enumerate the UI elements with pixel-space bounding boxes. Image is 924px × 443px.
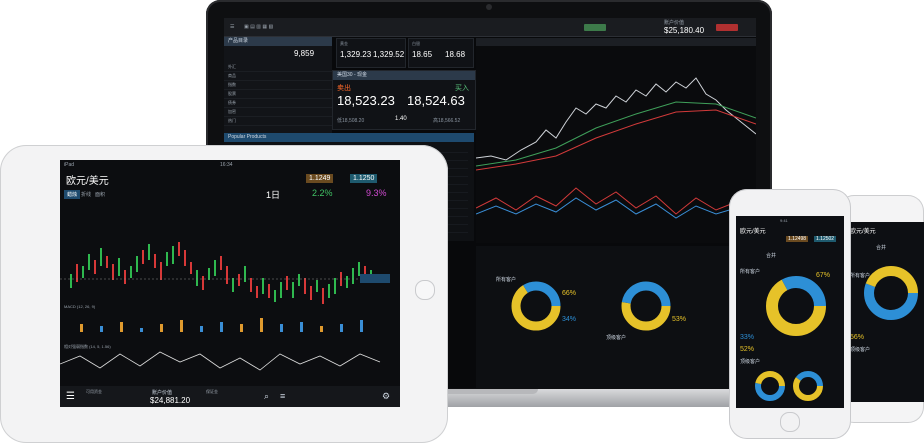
panel-title: 产品目录 (228, 38, 249, 44)
gear-icon[interactable]: ⚙ (382, 391, 390, 402)
buy-price-button[interactable]: 1.1250 (350, 174, 378, 183)
menu-icon[interactable]: ☰ (66, 391, 75, 402)
sell-price-button[interactable]: 1.1249 (306, 174, 334, 183)
price-line (475, 77, 756, 161)
status-time: 9:41 (780, 218, 788, 223)
quote-tile-gold[interactable]: 黄金 1,329.23 1,329.52 (336, 38, 406, 68)
sidebar-item[interactable]: 债券 (224, 99, 332, 108)
status-pill (584, 24, 606, 31)
sell-label[interactable]: 卖出 (337, 83, 351, 93)
account-value-label: 账户价值 (152, 390, 173, 396)
sidebar-item[interactable]: 指数 (224, 81, 332, 90)
account-value-label: 账户价值 (664, 20, 685, 26)
quote-sell[interactable]: 18.65 (412, 50, 432, 59)
pair-title: 欧元/美元 (66, 176, 109, 187)
period-label[interactable]: 1日 (266, 188, 280, 201)
alert-pill[interactable] (716, 24, 738, 31)
sidebar-item[interactable]: 外汇 (224, 63, 332, 72)
sentiment-pct: 33% (740, 334, 755, 341)
chart-header-bar (476, 38, 756, 46)
label-top-clients: 顶级客户 (850, 347, 871, 353)
pair-title: 欧元/美元 (740, 229, 766, 235)
change-negative: 9.3% (366, 188, 387, 198)
sell-price-button[interactable]: 1.12498 (786, 236, 809, 242)
quote-title: 黄金 (340, 41, 348, 46)
available-funds-label: 可用资金 (86, 389, 102, 394)
price-chart (475, 38, 756, 219)
sidebar-item[interactable]: 股票 (224, 90, 332, 99)
platform-toolbar[interactable]: ☰ ▣ ▤ ▥ ▦ ▧ 账户价值 $25,180.40 (224, 18, 756, 37)
list-icon[interactable]: ≡ (280, 391, 285, 401)
status-bar-left: iPad (64, 162, 75, 168)
price-marker (360, 274, 390, 283)
sidebar-item[interactable]: 加密 (224, 108, 332, 117)
price-chart-panel[interactable] (475, 38, 756, 243)
account-value: $24,881.20 (150, 396, 191, 405)
toolbar-item[interactable]: ▣ ▤ ▥ ▦ ▧ (244, 24, 273, 30)
macd-histogram (80, 318, 363, 332)
status-time: 16:34 (220, 162, 233, 168)
pair-title: 欧元/美元 (850, 229, 876, 235)
sentiment-pct: 67% (816, 272, 831, 279)
product-library-panel: 产品目录 9,859 外汇 商品 指数 股票 债券 加密 热门 (224, 37, 332, 137)
sentiment-pct: 66% (562, 290, 577, 297)
quote-tile-silver[interactable]: 白银 18.65 18.68 (408, 38, 474, 68)
sentiment-label-all: 所有客户 (496, 277, 517, 283)
sentiment-pct: 56% (850, 334, 865, 341)
tablet-footer: ☰ 可用资金 账户价值 $24,881.20 保证金 ⌕ ≡ ⚙ (60, 386, 400, 407)
laptop-camera (486, 4, 492, 10)
laptop-notch (440, 389, 538, 394)
sentiment-tab[interactable]: 合并 (876, 244, 886, 251)
rsi-line (60, 351, 381, 371)
quote-title: 白银 (412, 41, 420, 46)
quote-buy[interactable]: 18.68 (445, 50, 465, 59)
label-top-clients: 顶级客户 (740, 359, 761, 365)
indicator-label: 相对强弱指数 (14, 5, 1.56) (64, 344, 111, 349)
product-count: 9,859 (294, 49, 315, 58)
menu-icon[interactable]: ☰ (230, 24, 234, 30)
sentiment-pct: 52% (740, 346, 755, 353)
tablet-screen: iPad 16:34 欧元/美元 1.1249 1.1250 蜡烛 折线 面积 … (60, 160, 400, 407)
panel-header: 产品目录 (224, 37, 332, 46)
change-positive: 2.2% (312, 188, 333, 198)
moving-average-green (475, 101, 756, 167)
sentiment-donuts (511, 281, 671, 331)
phone-home-button[interactable] (780, 412, 800, 432)
account-value: $25,180.40 (664, 26, 705, 35)
tablet-home-button[interactable] (415, 280, 435, 300)
buy-price-button[interactable]: 1.12502 (814, 236, 837, 242)
sentiment-donut (864, 266, 918, 320)
quote-buy[interactable]: 1,329.52 (373, 50, 404, 59)
candlesticks (70, 242, 372, 304)
spread: 1.40 (395, 116, 407, 122)
sentiment-label-top: 顶级客户 (606, 335, 627, 341)
phone-primary-screen: 9:41 欧元/美元 1.12498 1.12502 合并 所有客户 67% 3… (736, 216, 844, 408)
quote-sell[interactable]: 1,329.23 (340, 50, 371, 59)
low-price: 低18,508.20 (337, 118, 365, 124)
tablet-chart[interactable] (60, 204, 400, 404)
sentiment-pct: 34% (562, 316, 577, 323)
label-all-clients: 所有客户 (850, 273, 871, 279)
oscillator-red (475, 187, 756, 215)
sentiment-tab[interactable]: 合并 (766, 252, 776, 259)
moving-average-red (475, 109, 756, 171)
phone-secondary-screen: 欧元/美元 合并 所有客户 56% 顶级客户 (846, 222, 924, 402)
trade-ticket-title: 美国30 - 现金 (333, 71, 475, 80)
label-all-clients: 所有客户 (740, 269, 761, 275)
high-price: 高18,566.52 (433, 118, 461, 124)
indicator-label: MACD (12, 26, 9) (64, 304, 96, 309)
chart-type-tab[interactable]: 面积 (92, 190, 108, 199)
buy-price[interactable]: 18,524.63 (407, 93, 465, 108)
sell-price[interactable]: 18,523.23 (337, 93, 395, 108)
margin-label: 保证金 (206, 389, 218, 394)
client-sentiment-panel: 所有客户 66% 34% 53% 顶级客户 (476, 246, 756, 388)
popular-products-title: Popular Products (224, 133, 474, 142)
sidebar-item[interactable]: 热门 (224, 117, 332, 126)
buy-label[interactable]: 买入 (455, 83, 469, 93)
sentiment-mini-donuts (755, 371, 823, 401)
trade-ticket-panel: 美国30 - 现金 卖出 买入 18,523.23 18,524.63 低18,… (332, 70, 476, 130)
sidebar-item[interactable]: 商品 (224, 72, 332, 81)
search-icon[interactable]: ⌕ (264, 391, 269, 402)
sentiment-pct: 53% (672, 316, 687, 323)
